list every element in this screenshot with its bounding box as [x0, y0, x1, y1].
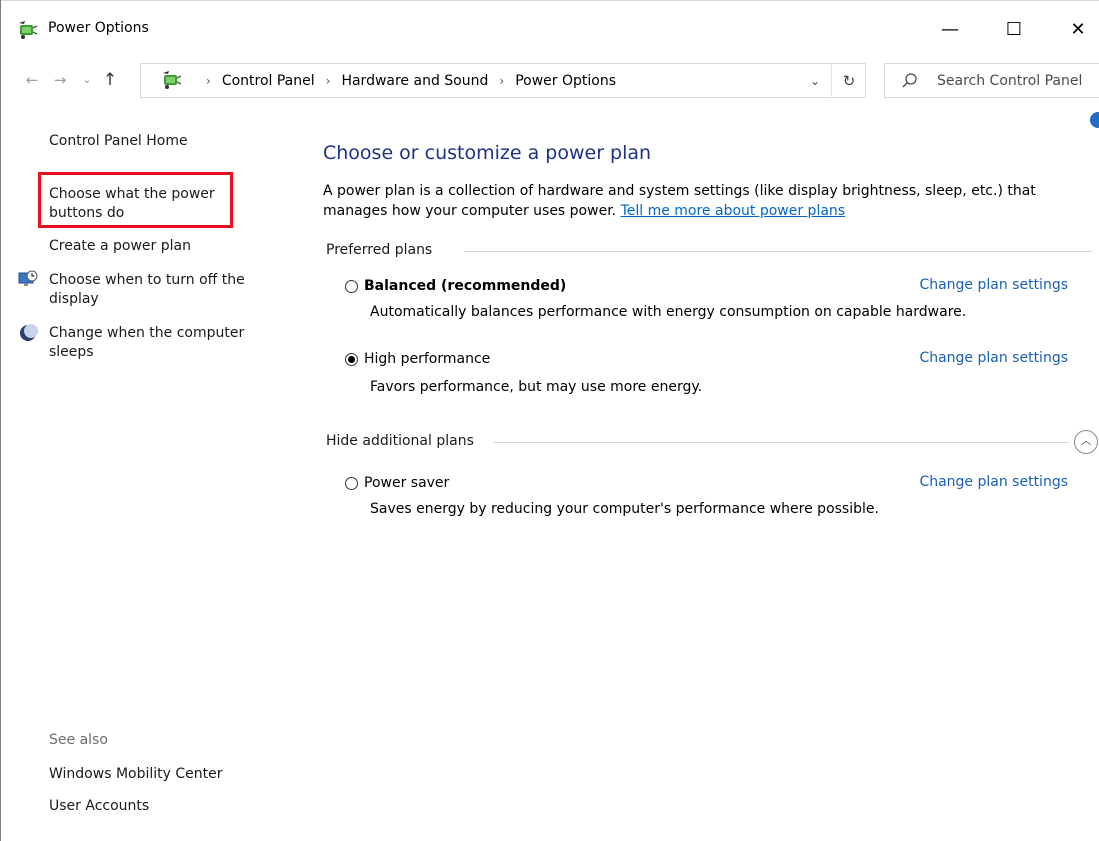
- refresh-icon[interactable]: ↻: [834, 66, 864, 96]
- collapse-chevron-up-icon[interactable]: ︿: [1074, 430, 1098, 454]
- plan-name-balanced: Balanced (recommended): [364, 278, 567, 294]
- change-plan-settings-power-saver[interactable]: Change plan settings: [919, 474, 1068, 490]
- navigation-bar: ← → ⌄ ↑ › Control Panel › Hardware and S…: [0, 61, 1099, 101]
- address-divider: [831, 64, 832, 97]
- plan-desc-balanced: Automatically balances performance with …: [370, 304, 967, 320]
- power-options-icon: [163, 71, 182, 89]
- title-bar: Power Options — ☐ ✕: [0, 0, 1099, 60]
- back-arrow-icon[interactable]: ←: [22, 70, 42, 90]
- radio-power-saver[interactable]: [345, 476, 358, 490]
- radio-balanced[interactable]: [345, 279, 358, 293]
- change-plan-settings-high-performance[interactable]: Change plan settings: [919, 350, 1068, 366]
- help-icon[interactable]: [1090, 112, 1099, 128]
- breadcrumb-separator-icon[interactable]: ›: [499, 74, 504, 88]
- sleep-moon-icon: [20, 324, 38, 341]
- address-bar[interactable]: › Control Panel › Hardware and Sound › P…: [140, 63, 866, 98]
- computer-sleeps-line2: sleeps: [49, 344, 94, 360]
- close-button[interactable]: ✕: [1066, 18, 1090, 42]
- group-divider: [464, 251, 1092, 252]
- breadcrumb-separator-icon[interactable]: ›: [206, 74, 211, 88]
- power-options-icon: [19, 21, 38, 39]
- turn-off-display-line2: display: [49, 291, 99, 307]
- create-power-plan-link[interactable]: Create a power plan: [49, 237, 191, 256]
- breadcrumb-hardware-and-sound[interactable]: Hardware and Sound: [341, 73, 488, 89]
- plan-desc-high-performance: Favors performance, but may use more ene…: [370, 379, 703, 395]
- turn-off-display-line1: Choose when to turn off the: [49, 272, 245, 288]
- see-also-heading: See also: [49, 732, 108, 748]
- monitor-clock-icon: [18, 270, 38, 286]
- page-title: Choose or customize a power plan: [323, 142, 652, 164]
- window-title: Power Options: [48, 20, 149, 36]
- search-icon: [902, 73, 917, 88]
- computer-sleeps-link[interactable]: Change when the computer sleeps: [49, 324, 244, 362]
- plan-balanced[interactable]: Balanced (recommended): [345, 274, 566, 298]
- breadcrumb-power-options[interactable]: Power Options: [515, 73, 616, 89]
- user-accounts-link[interactable]: User Accounts: [49, 797, 149, 816]
- group-divider: [493, 442, 1069, 443]
- plan-name-high-performance: High performance: [364, 351, 491, 367]
- recent-locations-chevron-icon[interactable]: ⌄: [77, 70, 97, 90]
- minimize-button[interactable]: —: [938, 18, 962, 42]
- radio-high-performance[interactable]: [345, 352, 358, 366]
- computer-sleeps-line1: Change when the computer: [49, 325, 245, 341]
- maximize-button[interactable]: ☐: [1002, 18, 1026, 42]
- tell-me-more-link[interactable]: Tell me more about power plans: [621, 203, 846, 219]
- page-description: A power plan is a collection of hardware…: [323, 181, 1083, 221]
- preferred-plans-header: Preferred plans: [326, 242, 433, 258]
- search-input[interactable]: [937, 64, 1099, 97]
- hide-additional-plans-header[interactable]: Hide additional plans: [326, 433, 474, 449]
- highlight-box: [38, 172, 233, 228]
- breadcrumb-control-panel[interactable]: Control Panel: [222, 73, 315, 89]
- plan-power-saver[interactable]: Power saver: [345, 471, 449, 495]
- breadcrumb: › Control Panel › Hardware and Sound › P…: [195, 64, 616, 97]
- plan-name-power-saver: Power saver: [364, 475, 450, 491]
- windows-mobility-center-link[interactable]: Windows Mobility Center: [49, 765, 223, 784]
- plan-desc-power-saver: Saves energy by reducing your computer's…: [370, 501, 879, 517]
- change-plan-settings-balanced[interactable]: Change plan settings: [919, 277, 1068, 293]
- search-box[interactable]: [884, 63, 1099, 98]
- up-arrow-icon[interactable]: ↑: [100, 70, 120, 90]
- turn-off-display-link[interactable]: Choose when to turn off the display: [49, 271, 245, 309]
- control-panel-home-link[interactable]: Control Panel Home: [49, 132, 188, 151]
- plan-high-performance[interactable]: High performance: [345, 347, 490, 371]
- breadcrumb-separator-icon[interactable]: ›: [326, 74, 331, 88]
- forward-arrow-icon[interactable]: →: [50, 70, 70, 90]
- address-dropdown-chevron-icon[interactable]: ⌄: [801, 66, 829, 96]
